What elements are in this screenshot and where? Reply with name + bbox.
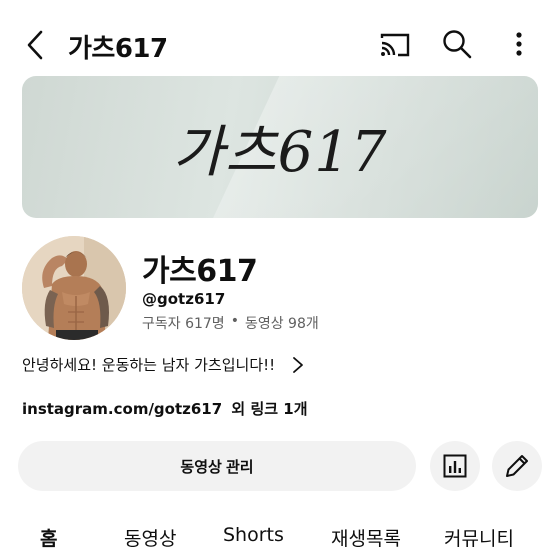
instagram-link[interactable]: instagram.com/gotz617 (22, 400, 222, 418)
edit-channel-button[interactable] (492, 441, 542, 491)
more-vertical-icon (516, 32, 522, 56)
tab-videos[interactable]: 동영상 (124, 524, 176, 551)
channel-description: 안녕하세요! 운동하는 남자 가츠입니다!! (22, 356, 276, 374)
channel-handle: @gotz617 (142, 290, 226, 308)
avatar[interactable] (22, 236, 126, 340)
channel-tabs: 홈 동영상 Shorts 재생목록 커뮤니티 (0, 514, 560, 560)
stats-separator: • (230, 313, 239, 329)
tab-community[interactable]: 커뮤니티 (444, 524, 514, 551)
analytics-icon (443, 454, 467, 478)
back-button[interactable] (18, 26, 52, 64)
more-links-label[interactable]: 외 링크 1개 (231, 400, 307, 418)
channel-banner[interactable]: 가츠617 (22, 76, 538, 218)
tab-playlists[interactable]: 재생목록 (331, 524, 401, 551)
search-button[interactable] (440, 27, 474, 61)
cast-icon (380, 33, 410, 57)
page-title: 가츠617 (68, 34, 168, 64)
analytics-button[interactable] (430, 441, 480, 491)
tab-shorts[interactable]: Shorts (223, 524, 284, 546)
channel-description-row[interactable]: 안녕하세요! 운동하는 남자 가츠입니다!! (22, 354, 305, 375)
chevron-left-icon (27, 30, 43, 60)
video-count: 동영상 98개 (244, 316, 319, 332)
pencil-icon (506, 455, 528, 477)
channel-name: 가츠617 (142, 254, 258, 289)
more-options-button[interactable] (506, 27, 532, 61)
chevron-right-icon (293, 356, 304, 373)
channel-links[interactable]: instagram.com/gotz617 외 링크 1개 (22, 398, 308, 419)
avatar-photo (22, 236, 126, 340)
cast-button[interactable] (378, 28, 412, 62)
subscriber-count: 구독자 617명 (142, 316, 225, 332)
tab-home[interactable]: 홈 (40, 524, 57, 551)
manage-videos-button[interactable]: 동영상 관리 (18, 441, 416, 491)
channel-stats: 구독자 617명 • 동영상 98개 (142, 313, 319, 333)
banner-text: 가츠617 (172, 119, 388, 185)
top-app-bar: 가츠617 (0, 0, 560, 88)
search-icon (443, 30, 472, 59)
